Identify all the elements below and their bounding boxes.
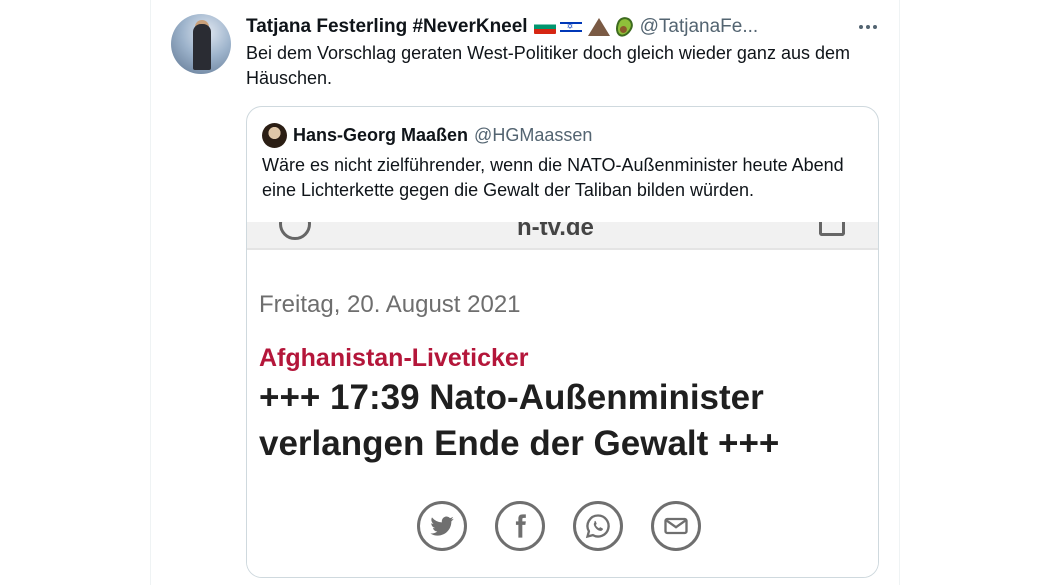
quoted-avatar — [262, 123, 287, 148]
avatar-figure — [193, 24, 211, 70]
display-name[interactable]: Tatjana Festerling #NeverKneel — [246, 16, 528, 38]
bulgaria-flag-icon — [533, 20, 556, 34]
israel-flag-icon: ✡ — [559, 20, 582, 34]
browser-bar: n-tv.de — [247, 222, 878, 250]
email-icon — [651, 501, 701, 551]
quoted-media-image[interactable]: n-tv.de Freitag, 20. August 2021 Afghani… — [247, 222, 878, 577]
article-headline: +++ 17:39 Nato-Außenminister verlangen E… — [259, 378, 780, 463]
quoted-display-name: Hans-Georg Maaßen — [293, 125, 469, 145]
article-date: Freitag, 20. August 2021 — [259, 291, 521, 318]
article-kicker: Afghanistan-Liveticker — [259, 344, 529, 372]
quoted-header: Hans-Georg Maaßen @HGMaassen — [262, 123, 592, 148]
info-icon — [279, 222, 311, 240]
name-emojis: ✡ — [533, 14, 636, 40]
twitter-icon — [417, 501, 467, 551]
avatar[interactable] — [171, 14, 231, 74]
quoted-tweet[interactable]: Hans-Georg Maaßen @HGMaassen Wäre es nic… — [246, 106, 879, 578]
tweet-text: Bei dem Vorschlag geraten West-Politiker… — [246, 43, 850, 88]
handle[interactable]: @TatjanaFe... — [640, 16, 759, 38]
browser-url: n-tv.de — [517, 222, 594, 241]
facebook-icon — [495, 501, 545, 551]
volcano-icon — [587, 18, 610, 36]
tweet-header: Tatjana Festerling #NeverKneel ✡ @Tatjan… — [246, 14, 758, 40]
more-dots-icon[interactable] — [856, 18, 880, 36]
share-tab-icon — [819, 222, 845, 236]
avocado-icon — [612, 14, 636, 40]
quoted-handle: @HGMaassen — [474, 125, 593, 145]
whatsapp-icon — [573, 501, 623, 551]
quoted-text: Wäre es nicht zielführender, wenn die NA… — [262, 155, 844, 200]
